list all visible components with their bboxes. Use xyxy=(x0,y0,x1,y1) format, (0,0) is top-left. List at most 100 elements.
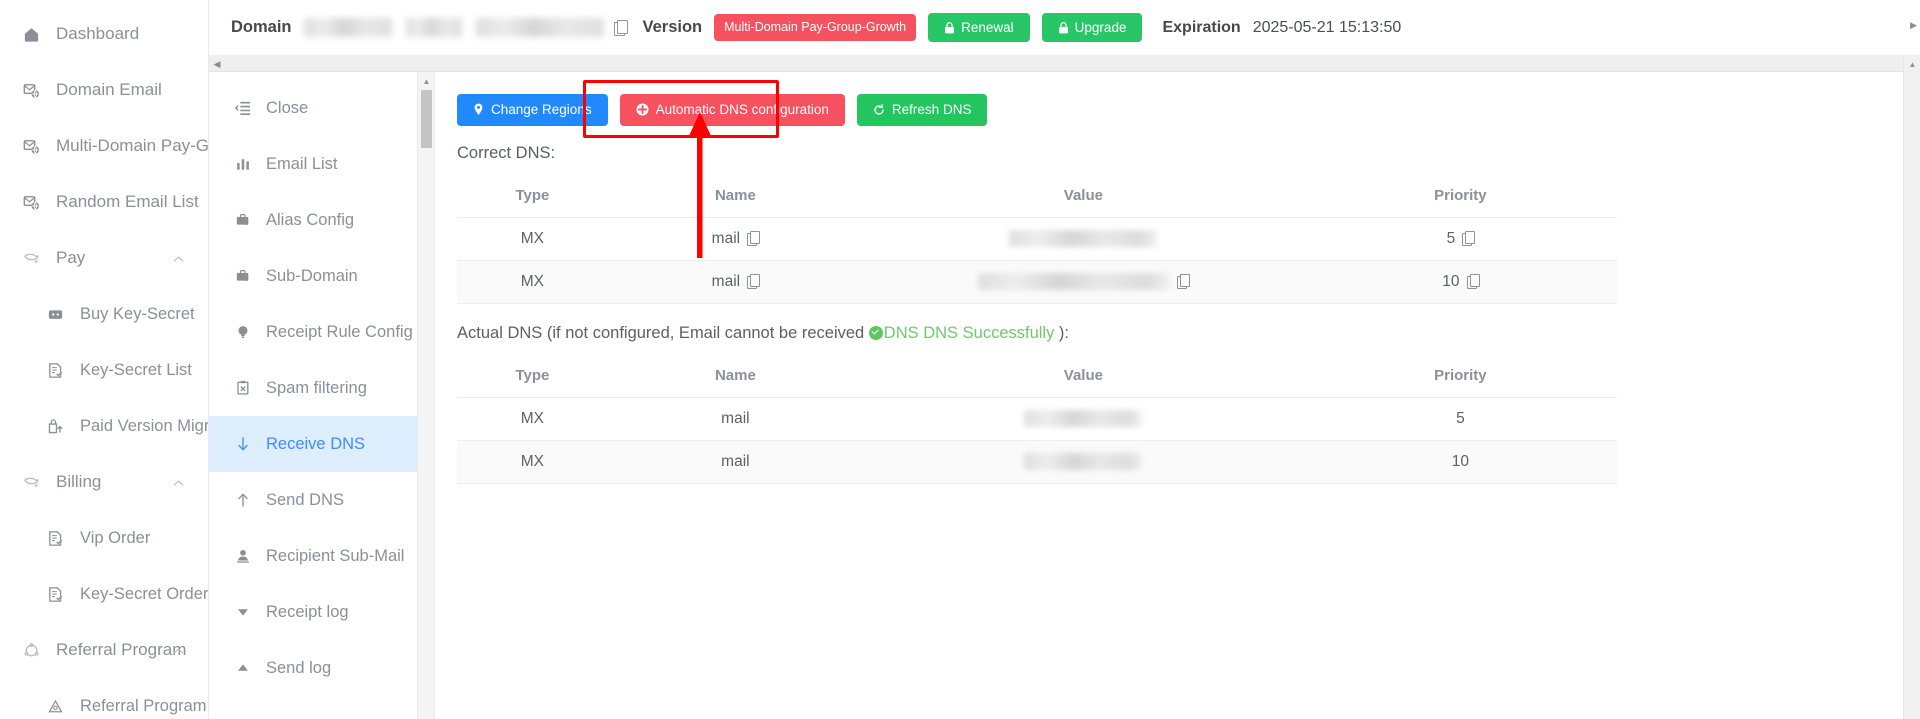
copy-icon[interactable] xyxy=(613,20,629,36)
domain-email-icon xyxy=(20,135,42,157)
sidebar-item-label: Domain Email xyxy=(56,80,162,99)
subnav-item-receipt-rule-config[interactable]: Receipt Rule Config xyxy=(209,304,417,360)
subnav-item-label: Receipt Rule Config xyxy=(266,322,413,341)
actual-dns-title-prefix: Actual DNS (if not configured, Email can… xyxy=(457,323,869,342)
subnav-item-label: Send DNS xyxy=(266,490,344,509)
content-scroll-thumb[interactable] xyxy=(421,90,432,148)
actual-dns-table: Type Name Value Priority MX mail 5 MX mail 10 xyxy=(457,356,1617,484)
subnav-item-sub-domain[interactable]: Sub-Domain xyxy=(209,248,417,304)
upgrade-button[interactable]: Upgrade xyxy=(1041,12,1143,43)
version-badge[interactable]: Multi-Domain Pay-Group-Growth xyxy=(714,14,917,41)
expiration-label: Expiration xyxy=(1162,18,1241,36)
actual-dns-status-text: DNS DNS Successfully xyxy=(883,323,1055,342)
chevron-up-icon[interactable] xyxy=(172,475,186,489)
content-vertical-scrollbar[interactable]: ▲ xyxy=(418,72,435,719)
cell-value-redacted xyxy=(1024,409,1143,427)
scroll-left-arrow[interactable]: ◀ xyxy=(209,56,225,72)
key-secret-icon xyxy=(44,303,66,325)
expiration-value: 2025-05-21 15:13:50 xyxy=(1252,18,1402,36)
sidebar-item-domain-email[interactable]: Domain Email xyxy=(0,62,208,118)
table-header-row: Type Name Value Priority xyxy=(457,176,1617,218)
arrow-up-icon xyxy=(233,490,253,510)
horizontal-scrollbar[interactable]: ◀ ▶ xyxy=(209,56,1920,72)
subnav-item-send-dns[interactable]: Send DNS xyxy=(209,472,417,528)
sidebar-item-pay[interactable]: Pay xyxy=(0,230,208,286)
cell-name-text: mail xyxy=(711,272,741,290)
page-vertical-scrollbar[interactable]: ▲ xyxy=(1903,56,1920,719)
subnav-item-label: Close xyxy=(266,98,309,117)
column-header-name: Name xyxy=(607,176,863,218)
cell-value-redacted xyxy=(1024,452,1143,470)
change-regions-button[interactable]: Change Regions xyxy=(457,94,608,126)
subnav-item-label: Alias Config xyxy=(266,210,355,229)
subnav-item-label: Email List xyxy=(266,154,338,173)
subnav-item-label: Send log xyxy=(266,658,332,677)
briefcase-icon xyxy=(233,266,253,286)
cell-name: mail xyxy=(607,260,863,304)
copy-priority-icon[interactable] xyxy=(1466,273,1480,289)
correct-dns-table: Type Name Value Priority MX mail 5 MX mail 10 xyxy=(457,176,1617,304)
subnav-item-spam-filtering[interactable]: Spam filtering xyxy=(209,360,417,416)
sidebar-item-label: Key-Secret Order xyxy=(80,584,209,603)
cell-name-text: mail xyxy=(721,409,750,427)
cell-value-redacted xyxy=(977,272,1170,290)
sidebar-item-key-secret-order[interactable]: Key-Secret Order xyxy=(0,566,208,622)
automatic-dns-label: Automatic DNS configuration xyxy=(655,102,829,117)
chevron-up-icon[interactable] xyxy=(172,643,186,657)
cell-name-text: mail xyxy=(711,229,741,247)
sidebar-item-paid-version-migration[interactable]: Paid Version Migration xyxy=(0,398,208,454)
subnav-item-recipient-sub-mail[interactable]: Recipient Sub-Mail xyxy=(209,528,417,584)
cell-type: MX xyxy=(457,217,608,261)
cell-type: MX xyxy=(457,260,608,304)
sidebar-item-buy-key-secret[interactable]: Buy Key-Secret xyxy=(0,286,208,342)
correct-dns-title: Correct DNS: xyxy=(457,143,556,162)
sidebar-item-referral-program[interactable]: Referral Program xyxy=(0,622,208,678)
cell-priority-text: 5 xyxy=(1456,409,1465,427)
refresh-dns-button[interactable]: Refresh DNS xyxy=(856,94,988,126)
migration-icon xyxy=(44,415,66,437)
copy-priority-icon[interactable] xyxy=(1462,230,1476,246)
cell-value xyxy=(862,260,1304,304)
briefcase-icon xyxy=(233,210,253,230)
list-icon xyxy=(44,527,66,549)
sidebar-item-billing[interactable]: Billing xyxy=(0,454,208,510)
content-scroll-up-arrow[interactable]: ▲ xyxy=(418,74,435,88)
version-label: Version xyxy=(642,18,703,36)
sidebar-item-referral-program[interactable]: Referral Program xyxy=(0,678,208,719)
sidebar-item-dashboard[interactable]: Dashboard xyxy=(0,6,208,62)
cell-type: MX xyxy=(457,440,608,484)
table-row: MX mail 10 xyxy=(457,440,1617,484)
subnav-item-label: Receive DNS xyxy=(266,434,366,453)
chevron-up-icon[interactable] xyxy=(172,251,186,265)
refresh-icon xyxy=(874,103,884,115)
user-icon xyxy=(233,546,253,566)
renewal-button[interactable]: Renewal xyxy=(928,12,1030,43)
copy-name-icon[interactable] xyxy=(747,273,761,289)
pay-icon xyxy=(20,247,42,269)
subnav-item-alias-config[interactable]: Alias Config xyxy=(209,192,417,248)
sidebar-item-label: Multi-Domain Pay-Group xyxy=(56,136,209,155)
referral-icon xyxy=(20,639,42,661)
sidebar-item-random-email-list[interactable]: Random Email List xyxy=(0,174,208,230)
automatic-dns-configuration-button[interactable]: Automatic DNS configuration xyxy=(619,94,845,126)
sidebar-item-key-secret-list[interactable]: Key-Secret List xyxy=(0,342,208,398)
copy-value-icon[interactable] xyxy=(1176,273,1190,289)
subnav-item-receive-dns[interactable]: Receive DNS xyxy=(209,416,417,472)
lock-icon xyxy=(1058,21,1068,33)
cell-value xyxy=(862,397,1304,441)
subnav-item-send-log[interactable]: Send log xyxy=(209,640,417,696)
cell-priority-text: 10 xyxy=(1451,452,1470,470)
sidebar-item-multi-domain-pay-group[interactable]: Multi-Domain Pay-Group xyxy=(0,118,208,174)
plus-circle-icon xyxy=(636,103,649,116)
page-scroll-up-arrow[interactable]: ▲ xyxy=(1904,57,1920,72)
domain-value-redacted-1 xyxy=(303,18,392,37)
cell-name: mail xyxy=(607,440,863,484)
list-icon xyxy=(44,359,66,381)
subnav-item-close[interactable]: Close xyxy=(209,80,417,136)
copy-name-icon[interactable] xyxy=(747,230,761,246)
home-icon xyxy=(20,23,42,45)
subnav-item-email-list[interactable]: Email List xyxy=(209,136,417,192)
subnav-item-receipt-log[interactable]: Receipt log xyxy=(209,584,417,640)
sidebar-item-vip-order[interactable]: Vip Order xyxy=(0,510,208,566)
refresh-dns-label: Refresh DNS xyxy=(891,102,972,117)
